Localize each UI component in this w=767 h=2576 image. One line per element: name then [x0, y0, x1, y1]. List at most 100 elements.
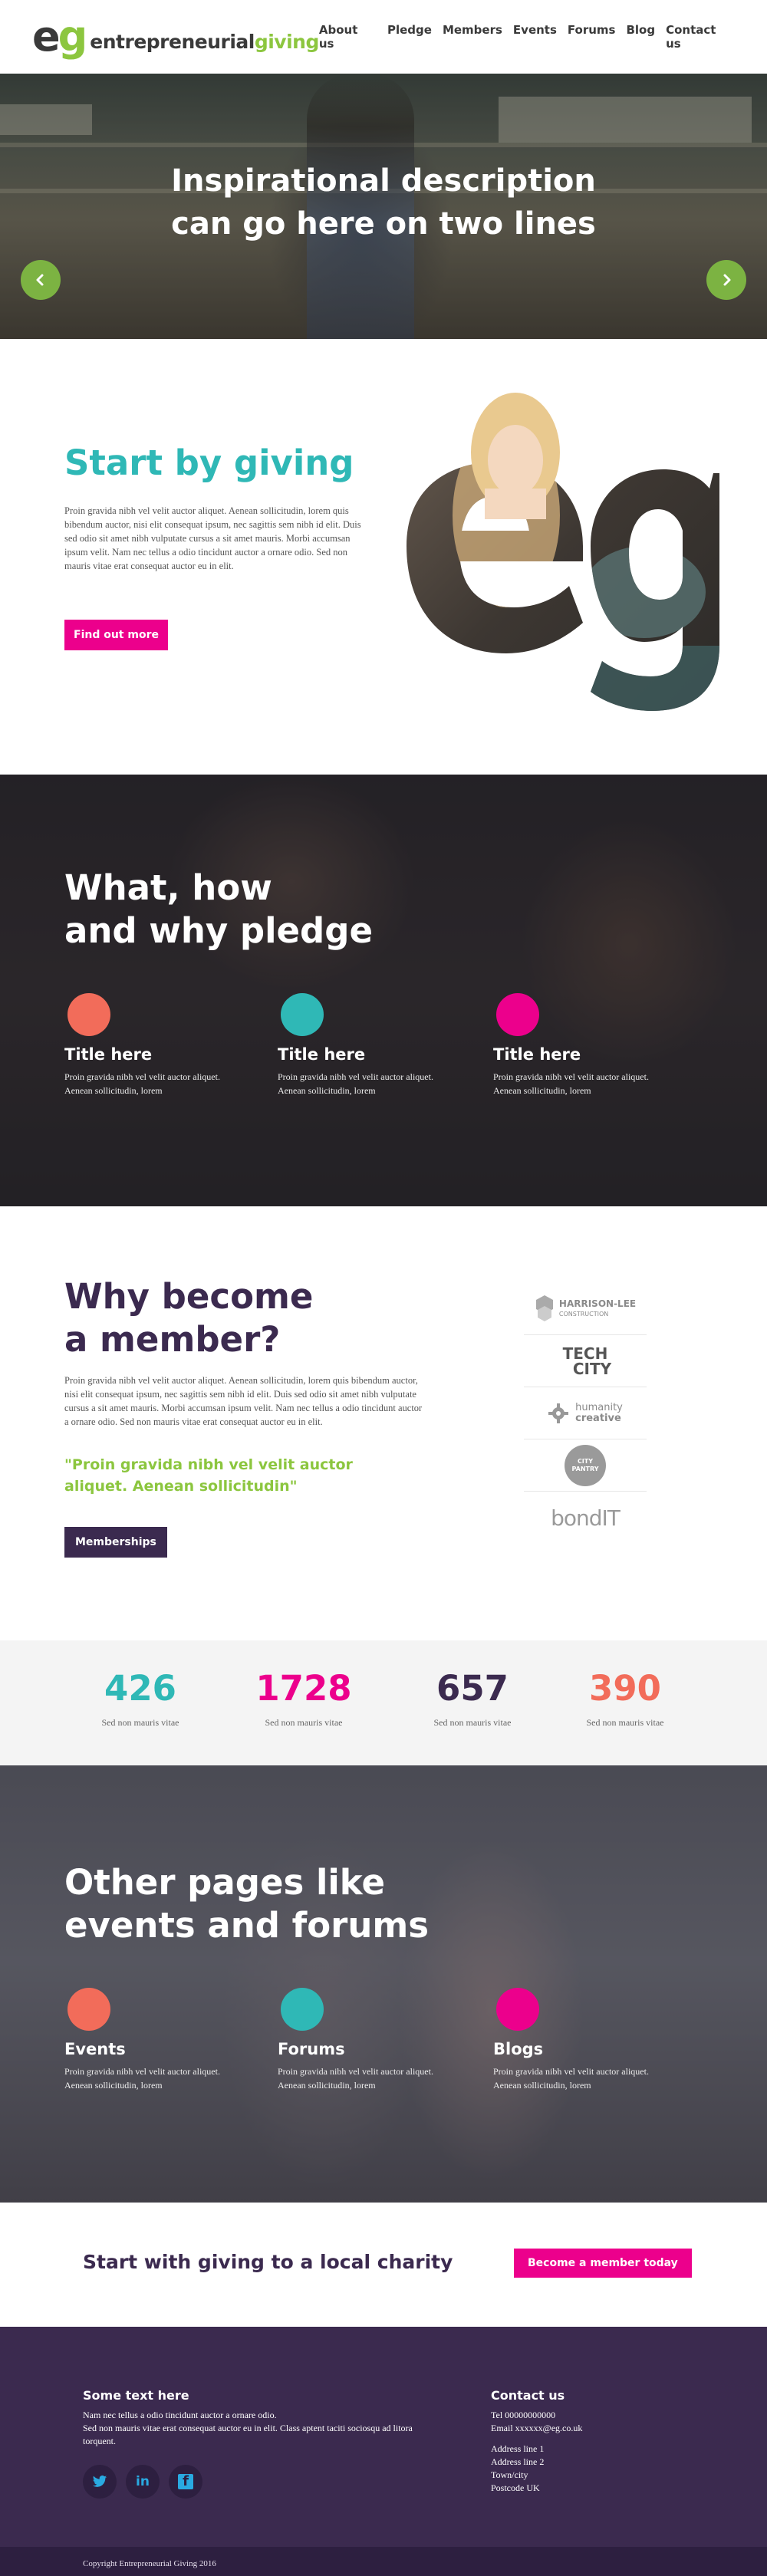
copyright-bar: Copyright Entrepreneurial Giving 2016 [0, 2547, 767, 2576]
footer-text-line1: Nam nec tellus a odio tincidunt auctor a… [83, 2410, 277, 2420]
partner-logo-bondit[interactable]: bondIT [524, 1492, 647, 1544]
logo-mark: eg [32, 16, 87, 58]
chevron-right-glyph [723, 274, 731, 286]
footer-contact-details: Tel 00000000000 Email xxxxxx@eg.co.uk Ad… [491, 2409, 683, 2495]
other-feature-events[interactable]: Events Proin gravida nibh vel velit auct… [64, 1988, 241, 2092]
logo-line1: CITY [577, 1457, 594, 1465]
facebook-glyph: f [178, 2473, 193, 2489]
stat-4: 390 Sed non mauris vitae [556, 1670, 694, 1729]
stats-section: 426 Sed non mauris vitae 1728 Sed non ma… [0, 1640, 767, 1765]
other-feature-blogs[interactable]: Blogs Proin gravida nibh vel velit aucto… [493, 1988, 670, 2092]
footer-email[interactable]: Email xxxxxx@eg.co.uk [491, 2422, 683, 2435]
logo-text-a: entrepreneurial [90, 31, 255, 53]
hero-title-line2: can go here on two lines [171, 206, 596, 242]
stat-1: 426 Sed non mauris vitae [71, 1670, 209, 1729]
feature-title: Events [64, 2040, 126, 2058]
find-out-more-button[interactable]: Find out more [64, 620, 168, 650]
other-pages-section: Other pages like events and forums Event… [0, 1765, 767, 2203]
footer-address-line: Address line 2 [491, 2456, 545, 2467]
nav-events[interactable]: Events [513, 23, 557, 51]
partner-logo-city-pantry[interactable]: CITY PANTRY [524, 1439, 647, 1492]
logo-line1: bondIT [551, 1505, 621, 1531]
pledge-feature-1: Title here Proin gravida nibh vel velit … [64, 993, 241, 1097]
footer-text-line2: Sed non mauris vitae erat consequat auct… [83, 2423, 413, 2446]
hero-slider: Inspirational description can go here on… [0, 74, 767, 339]
other-title: Other pages like events and forums [64, 1861, 429, 1947]
facebook-icon[interactable]: f [169, 2465, 202, 2499]
feature-title: Forums [278, 2040, 345, 2058]
logo-line2: creative [575, 1412, 621, 1424]
nav-members[interactable]: Members [443, 23, 502, 51]
stat-number: 390 [589, 1668, 661, 1709]
logo-line2: CITY [572, 1359, 612, 1378]
nav-contact[interactable]: Contact us [666, 23, 735, 51]
feature-body: Proin gravida nibh vel velit auctor aliq… [493, 1071, 649, 1096]
member-body: Proin gravida nibh vel velit auctor aliq… [64, 1375, 423, 1427]
stat-number: 426 [104, 1668, 176, 1709]
footer-heading: Some text here [83, 2388, 189, 2403]
footer-text: Nam nec tellus a odio tincidunt auctor a… [83, 2409, 428, 2448]
feature-body: Proin gravida nibh vel velit auctor aliq… [278, 1071, 433, 1096]
social-links: in f [83, 2465, 428, 2499]
logo-line2: CONSTRUCTION [558, 1310, 609, 1318]
partner-logo-tech-city[interactable]: TECH CITY [524, 1335, 647, 1387]
feature-circle-coral [67, 993, 110, 1036]
other-title-line2: events and forums [64, 1905, 430, 1946]
main-nav: About us Pledge Members Events Forums Bl… [319, 23, 735, 51]
memberships-button[interactable]: Memberships [64, 1527, 167, 1558]
stat-number: 1728 [255, 1668, 352, 1709]
feature-title: Title here [278, 1045, 366, 1064]
pledge-title-line2: and why pledge [64, 910, 373, 951]
chevron-left-glyph [36, 274, 44, 286]
stat-caption: Sed non mauris vitae [265, 1717, 343, 1728]
feature-title: Title here [64, 1045, 153, 1064]
stat-number: 657 [436, 1668, 509, 1709]
member-title: Why become a member? [64, 1275, 313, 1361]
stat-caption: Sed non mauris vitae [101, 1717, 179, 1728]
chevron-left-icon[interactable] [21, 260, 61, 300]
twitter-icon[interactable] [83, 2465, 117, 2499]
start-body: Proin gravida nibh vel velit auctor aliq… [64, 505, 361, 571]
footer-address-line: Postcode UK [491, 2482, 540, 2493]
pledge-title: What, how and why pledge [64, 867, 373, 952]
linkedin-icon[interactable]: in [126, 2465, 160, 2499]
become-member-button[interactable]: Become a member today [514, 2249, 692, 2278]
logo-mark-g: g [58, 12, 88, 61]
footer-contact: Contact us Tel 00000000000 Email xxxxxx@… [491, 2388, 683, 2495]
partner-logo-humanity-creative[interactable]: humanity creative [524, 1387, 647, 1439]
eg-photo-logo-image [407, 393, 719, 711]
start-giving-section: Start by giving Proin gravida nibh vel v… [0, 339, 767, 775]
feature-circle-pink [496, 1988, 539, 2031]
pledge-section: What, how and why pledge Title here Proi… [0, 775, 767, 1206]
twitter-glyph [92, 2475, 107, 2487]
feature-circle-teal [281, 993, 324, 1036]
hero-title: Inspirational description can go here on… [0, 160, 767, 245]
logo-mark-e: e [32, 12, 61, 61]
feature-body: Proin gravida nibh vel velit auctor aliq… [64, 1071, 220, 1096]
member-title-line1: Why become [64, 1276, 314, 1317]
logo-line2: PANTRY [571, 1465, 599, 1472]
copyright-text: Copyright Entrepreneurial Giving 2016 [83, 2559, 216, 2568]
feature-body: Proin gravida nibh vel velit auctor aliq… [278, 2066, 433, 2091]
footer-address-line: Town/city [491, 2469, 528, 2480]
site-logo[interactable]: eg entrepreneurialgiving [32, 16, 319, 58]
logo-line1: humanity [575, 1401, 623, 1413]
gear-icon [548, 1403, 569, 1423]
footer-contact-heading: Contact us [491, 2388, 565, 2403]
logo-line1: HARRISON-LEE [558, 1298, 637, 1309]
site-header: eg entrepreneurialgiving About us Pledge… [0, 0, 767, 74]
linkedin-glyph: in [136, 2474, 150, 2489]
nav-pledge[interactable]: Pledge [387, 23, 432, 51]
feature-body: Proin gravida nibh vel velit auctor aliq… [64, 2066, 220, 2091]
pledge-feature-3: Title here Proin gravida nibh vel velit … [493, 993, 670, 1097]
pledge-feature-2: Title here Proin gravida nibh vel velit … [278, 993, 454, 1097]
partner-logo-harrison-lee[interactable]: HARRISON-LEE CONSTRUCTION [524, 1283, 647, 1335]
nav-forums[interactable]: Forums [568, 23, 616, 51]
nav-about[interactable]: About us [319, 23, 377, 51]
chevron-right-icon[interactable] [706, 260, 746, 300]
city-pantry-badge: CITY PANTRY [565, 1444, 606, 1486]
nav-blog[interactable]: Blog [626, 23, 655, 51]
other-overlay [0, 1765, 767, 2203]
pledge-title-line1: What, how [64, 867, 272, 908]
other-feature-forums[interactable]: Forums Proin gravida nibh vel velit auct… [278, 1988, 454, 2092]
